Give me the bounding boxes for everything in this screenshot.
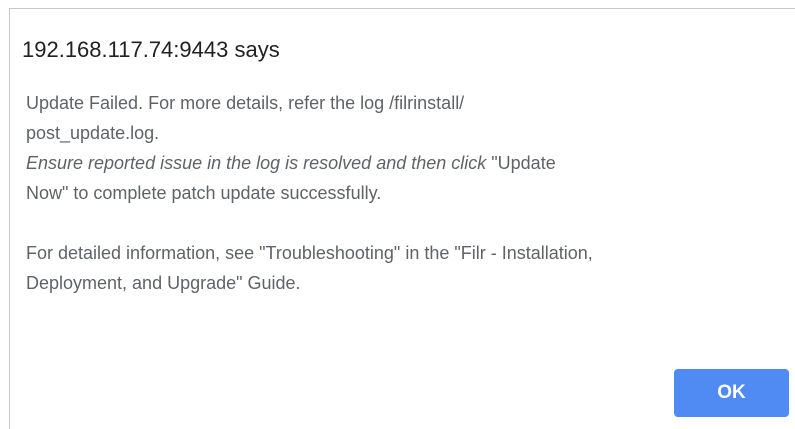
message-line: Update Failed. For more details, refer t… — [26, 93, 465, 113]
message-line: Ensure reported issue in the log is reso… — [26, 148, 786, 178]
alert-dialog: 192.168.117.74:9443 says Update Failed. … — [9, 8, 795, 429]
message-text: "Update — [486, 153, 556, 173]
message-line: Now" to complete patch update successful… — [26, 183, 382, 203]
dialog-message: Update Failed. For more details, refer t… — [26, 88, 786, 298]
message-italic-text: Ensure reported issue in the log is reso… — [26, 153, 487, 173]
message-line: post_update.log. — [26, 123, 160, 143]
ok-button[interactable]: OK — [674, 369, 789, 417]
dialog-title: 192.168.117.74:9443 says — [22, 37, 280, 62]
message-line: Deployment, and Upgrade" Guide. — [26, 273, 301, 293]
message-line: For detailed information, see "Troublesh… — [26, 243, 593, 263]
